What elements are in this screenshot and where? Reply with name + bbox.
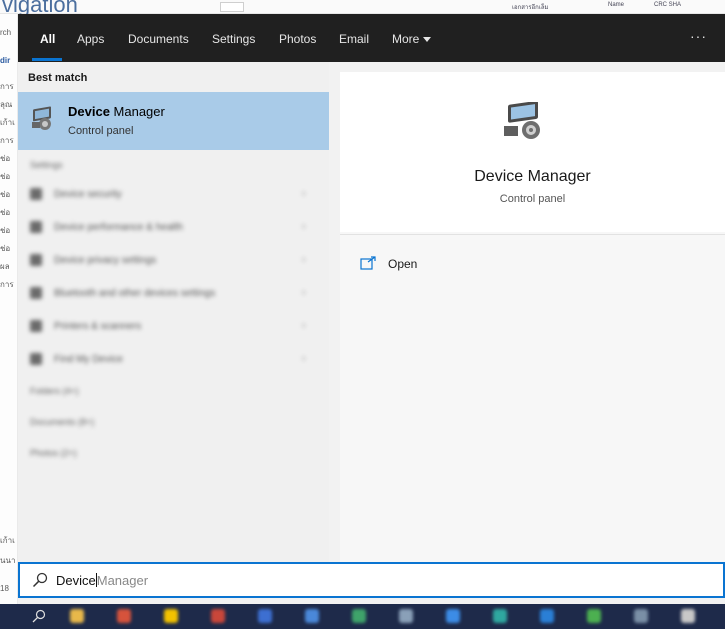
- background-file-label: Name: [608, 2, 625, 8]
- background-text: ผล: [0, 262, 10, 271]
- preview-title: Device Manager: [474, 168, 591, 185]
- background-text: ช่อ: [0, 226, 11, 235]
- preview-pane: Device Manager Control panel Open: [340, 72, 725, 562]
- taskbar-vscode-icon[interactable]: [493, 609, 507, 623]
- best-match-subtitle: Control panel: [68, 125, 134, 137]
- more-options-button[interactable]: ···: [690, 28, 707, 44]
- tab-all[interactable]: All: [40, 32, 55, 46]
- background-text: ช่อ: [0, 190, 11, 199]
- active-tab-indicator: [32, 58, 62, 61]
- shield-icon: [30, 188, 42, 200]
- background-text: ลุณ: [0, 100, 13, 109]
- best-match-header: Best match: [28, 72, 88, 84]
- taskbar-chrome-icon[interactable]: [117, 609, 131, 623]
- background-sidebar: rch dir การ ลุณ เก้าเ การ ช่อ ช่อ ช่อ ช่…: [0, 14, 18, 604]
- shield-icon: [30, 221, 42, 233]
- background-text: การ: [0, 136, 14, 145]
- tab-more-label: More: [392, 32, 420, 46]
- list-item[interactable]: Find My Device ›: [18, 349, 329, 371]
- background-text: เก้าเ: [0, 118, 15, 127]
- best-match-result[interactable]: Device Manager Control panel: [18, 92, 329, 150]
- chevron-right-icon: ›: [302, 254, 306, 265]
- folders-group-header[interactable]: Folders (4+): [30, 386, 79, 396]
- taskbar-app-icon[interactable]: [587, 609, 601, 623]
- lock-icon: [30, 254, 42, 266]
- taskbar-teams-icon[interactable]: [305, 609, 319, 623]
- background-text: การ: [0, 82, 14, 91]
- start-search-panel: All Apps Documents Settings Photos Email…: [18, 14, 725, 604]
- search-icon: [32, 572, 48, 588]
- open-label: Open: [388, 257, 418, 271]
- list-item[interactable]: Device performance & health ›: [18, 217, 329, 239]
- background-file-label: CRC SHA: [654, 2, 682, 8]
- tab-email[interactable]: Email: [339, 32, 369, 46]
- tab-documents[interactable]: Documents: [128, 32, 189, 46]
- tab-more[interactable]: More: [392, 32, 432, 46]
- background-text: นนา: [0, 556, 16, 565]
- list-item[interactable]: Device security ›: [18, 184, 329, 206]
- person-icon: [30, 353, 42, 365]
- taskbar-app-icon[interactable]: [352, 609, 366, 623]
- tab-apps[interactable]: Apps: [77, 32, 104, 46]
- taskbar-settings-icon[interactable]: [399, 609, 413, 623]
- chevron-right-icon: ›: [302, 221, 306, 232]
- taskbar: [0, 604, 725, 629]
- taskbar-mail-icon[interactable]: [258, 609, 272, 623]
- taskbar-file-explorer-icon[interactable]: [70, 609, 84, 623]
- taskbar-office-icon[interactable]: [211, 609, 225, 623]
- background-text: ช่อ: [0, 172, 11, 181]
- best-match-title: Device Manager: [68, 104, 165, 119]
- chevron-right-icon: ›: [302, 320, 306, 331]
- list-item[interactable]: Printers & scanners ›: [18, 316, 329, 338]
- chevron-down-icon: [423, 37, 432, 43]
- open-icon: [360, 256, 376, 270]
- divider: [340, 234, 725, 235]
- tab-settings[interactable]: Settings: [212, 32, 255, 46]
- taskbar-app-icon[interactable]: [681, 609, 695, 623]
- background-tab: [220, 2, 244, 12]
- taskbar-app-icon[interactable]: [634, 609, 648, 623]
- taskbar-search-icon[interactable]: [32, 609, 46, 623]
- documents-group-header[interactable]: Documents (8+): [30, 417, 94, 427]
- background-text: 18: [0, 584, 9, 593]
- background-text: dir: [0, 56, 11, 65]
- preview-subtitle: Control panel: [499, 193, 566, 205]
- taskbar-folder-icon[interactable]: [164, 609, 178, 623]
- chevron-right-icon: ›: [302, 353, 306, 364]
- device-manager-icon: [504, 102, 540, 139]
- chevron-right-icon: ›: [302, 188, 306, 199]
- background-file-label: เอกสารอีกเล็ม: [512, 5, 549, 11]
- taskbar-store-icon[interactable]: [446, 609, 460, 623]
- tab-photos[interactable]: Photos: [279, 32, 316, 46]
- search-scope-nav: All Apps Documents Settings Photos Email…: [18, 14, 725, 62]
- bluetooth-icon: [30, 287, 42, 299]
- photos-group-header[interactable]: Photos (2+): [30, 448, 77, 458]
- search-query: DeviceManager: [56, 573, 149, 588]
- list-item[interactable]: Device privacy settings ›: [18, 250, 329, 272]
- background-text: ช่อ: [0, 154, 11, 163]
- search-input[interactable]: DeviceManager: [18, 562, 725, 598]
- chevron-right-icon: ›: [302, 287, 306, 298]
- device-manager-icon: [32, 106, 51, 130]
- preview-header: Device Manager Control panel: [340, 72, 725, 232]
- results-list: Best match Device Manager Control panel …: [18, 62, 329, 562]
- background-text: การ: [0, 280, 14, 289]
- background-text: เก้าเ: [0, 536, 15, 545]
- taskbar-app-icon[interactable]: [540, 609, 554, 623]
- background-text: ช่อ: [0, 208, 11, 217]
- printer-icon: [30, 320, 42, 332]
- background-text: rch: [0, 28, 12, 37]
- background-text: ช่อ: [0, 244, 11, 253]
- list-item[interactable]: Bluetooth and other devices settings ›: [18, 283, 329, 305]
- settings-group-header: Settings: [30, 160, 63, 170]
